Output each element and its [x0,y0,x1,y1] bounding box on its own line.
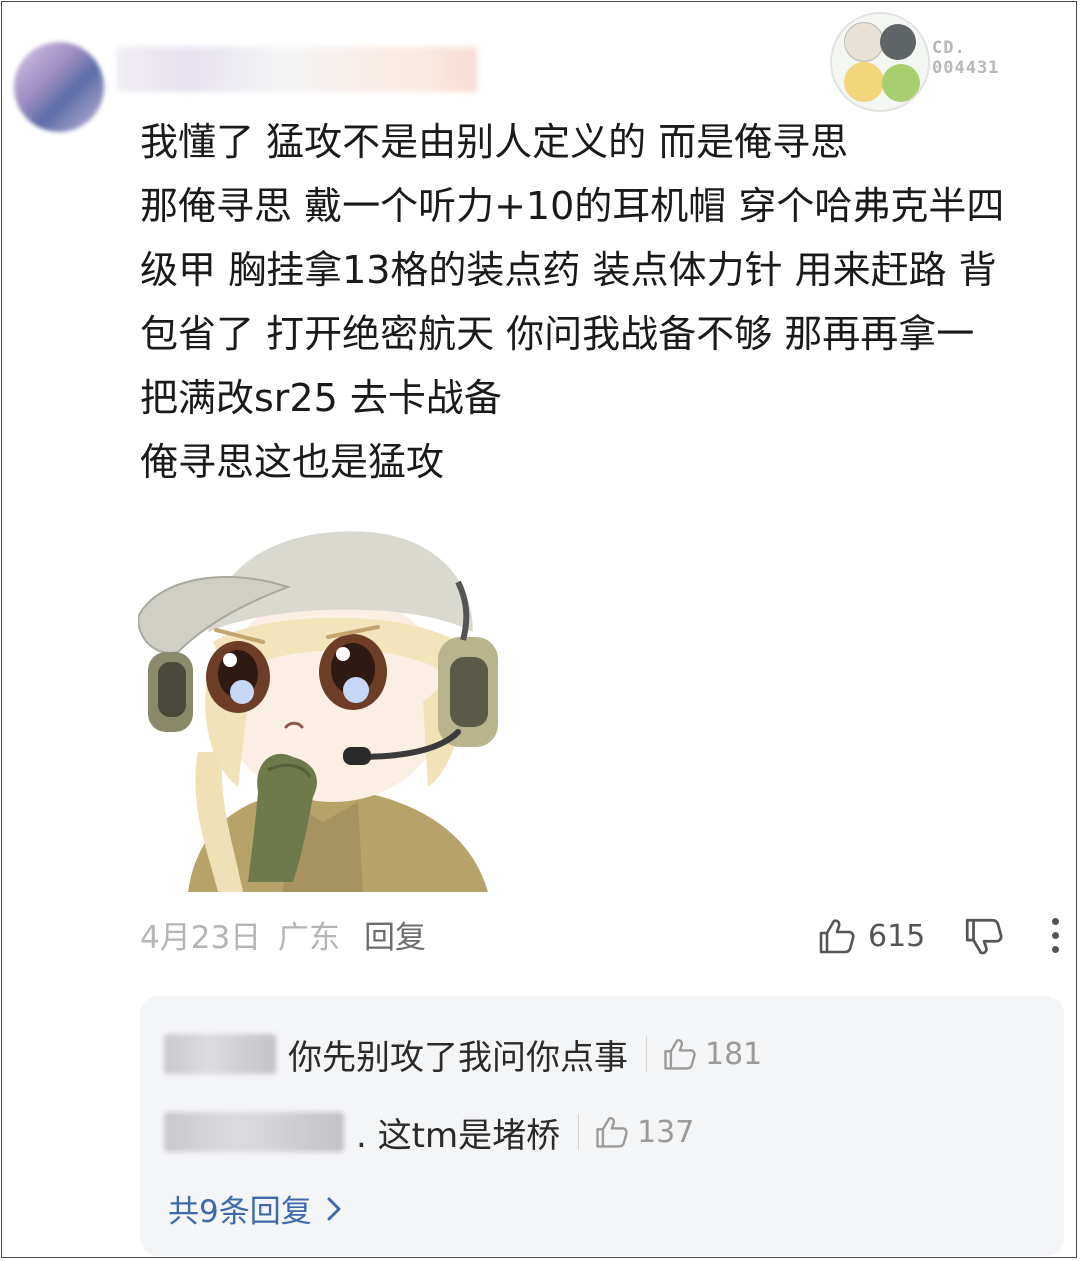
reply-like-button[interactable]: 181 [661,1036,762,1072]
reply-text: 你先别攻了我问你点事 [288,1037,628,1078]
comment-line: 我懂了 猛攻不是由别人定义的 而是俺寻思 [140,120,849,164]
reply-username-redacted[interactable] [164,1034,276,1074]
reply-item[interactable]: . 这tm是堵桥 137 [164,1107,694,1157]
comment-body: 我懂了 猛攻不是由别人定义的 而是俺寻思 那俺寻思 戴一个听力+10的耳机帽 穿… [140,110,1060,494]
comment-line: 那俺寻思 戴一个听力+10的耳机帽 穿个哈弗克半四 [140,184,1005,228]
divider [646,1036,647,1072]
thumbs-up-icon [596,1117,628,1148]
user-avatar[interactable] [14,42,104,132]
thumbs-up-icon [819,919,855,954]
reply-text: . 这tm是堵桥 [356,1115,561,1156]
username-redacted[interactable] [117,47,477,92]
reply-item[interactable]: 你先别攻了我问你点事 181 [164,1029,762,1079]
view-all-replies-link[interactable]: 共9条回复 [168,1186,342,1231]
fan-badge-icon [830,12,930,112]
comment-card: CD. 004431 我懂了 猛攻不是由别人定义的 而是俺寻思 那俺寻思 戴一个… [1,1,1077,1258]
reply-button[interactable]: 回复 [364,914,426,962]
divider [578,1114,580,1150]
thumbs-up-icon [664,1039,696,1070]
reply-like-button[interactable]: 137 [593,1114,694,1150]
dislike-button[interactable] [962,916,1004,962]
comment-line: 把满改sr25 去卡战备 [140,376,502,420]
chevron-right-icon [327,1197,341,1220]
comment-line: 包省了 打开绝密航天 你问我战备不够 那再再拿一 [140,312,975,356]
more-options-icon[interactable] [1048,918,1062,958]
like-count: 615 [868,918,926,954]
sticker-image[interactable] [138,522,508,892]
like-button[interactable]: 615 [816,916,925,956]
reply-like-count: 181 [705,1036,763,1072]
comment-line: 俺寻思这也是猛攻 [140,440,445,484]
reply-username-redacted[interactable] [164,1112,344,1152]
thumbs-down-icon [965,918,1003,955]
comment-location: 广东 [278,920,340,956]
replies-panel: 你先别攻了我问你点事 181 . 这tm是堵桥 137 共9条回复 [140,996,1064,1256]
badge-code: CD. 004431 [932,38,1000,78]
reply-like-count: 137 [637,1114,695,1150]
view-all-replies-label: 共9条回复 [168,1194,312,1230]
comment-line: 级甲 胸挂拿13格的装点药 装点体力针 用来赶路 背 [140,248,997,292]
comment-date: 4月23日 [140,920,262,956]
